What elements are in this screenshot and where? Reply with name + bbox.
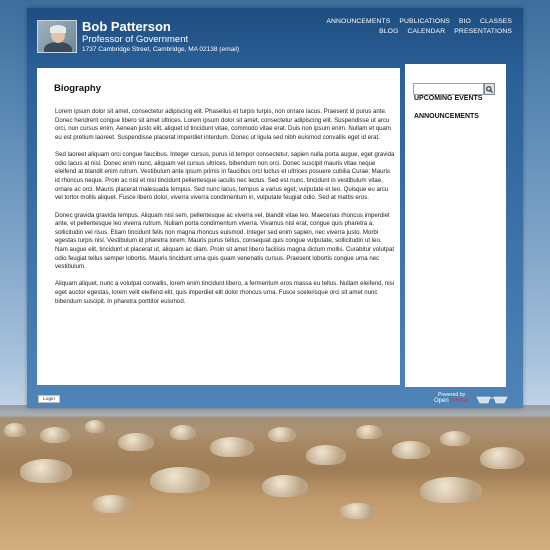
glasses-icon <box>476 396 508 404</box>
brand-part-scholar: Scholar <box>448 398 470 404</box>
login-button[interactable]: Login <box>38 395 60 403</box>
announcements-heading[interactable]: ANNOUNCEMENTS <box>414 113 479 120</box>
paragraph: Aliquam aliquet, nunc a volutpat convall… <box>55 280 395 305</box>
search-box <box>413 83 495 95</box>
nav-classes[interactable]: CLASSES <box>480 18 512 25</box>
search-button[interactable] <box>484 83 495 95</box>
paragraph: Donec gravida gravida tempus. Aliquam ni… <box>55 211 395 271</box>
main-content: Biography Lorem ipsum dolor sit amet, co… <box>37 68 400 385</box>
search-input[interactable] <box>413 83 484 95</box>
powered-by[interactable]: Powered by OpenScholar <box>434 392 469 404</box>
openscholar-logo: OpenScholar <box>434 398 469 404</box>
biography-body: Lorem ipsum dolor sit amet, consectetur … <box>55 108 395 315</box>
page-title: Biography <box>54 83 101 94</box>
desert-background <box>0 405 550 550</box>
site-owner-address: 1737 Cambridge Street, Cambridge, MA 021… <box>82 46 240 53</box>
nav-blog[interactable]: BLOG <box>379 28 398 35</box>
upcoming-events-heading[interactable]: UPCOMING EVENTS <box>414 95 482 102</box>
paragraph: Lorem ipsum dolor sit amet, consectetur … <box>55 108 392 141</box>
nav-bio[interactable]: BIO <box>459 18 471 25</box>
nav-calendar[interactable]: CALENDAR <box>407 28 445 35</box>
magnifier-icon <box>486 85 493 93</box>
paragraph: Sed laoreet aliquam orci congue faucibus… <box>55 151 395 202</box>
avatar[interactable] <box>37 20 77 53</box>
site-owner-title: Professor of Government <box>82 34 189 45</box>
sidebar: UPCOMING EVENTS ANNOUNCEMENTS <box>405 64 506 387</box>
main-nav: ANNOUNCEMENTS PUBLICATIONS BIO CLASSES B… <box>326 18 512 38</box>
nav-presentations[interactable]: PRESENTATIONS <box>454 28 512 35</box>
nav-announcements[interactable]: ANNOUNCEMENTS <box>326 18 390 25</box>
nav-publications[interactable]: PUBLICATIONS <box>399 18 450 25</box>
site-owner-name[interactable]: Bob Patterson <box>82 19 171 34</box>
brand-part-open: Open <box>434 398 449 404</box>
